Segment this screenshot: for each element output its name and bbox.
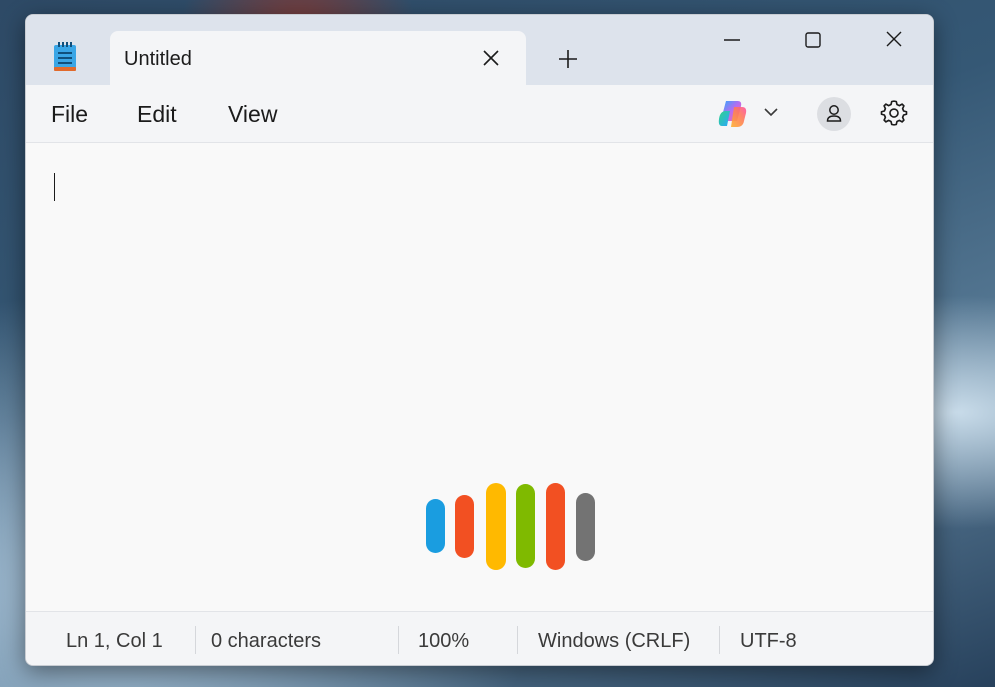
gear-icon[interactable] — [879, 98, 909, 128]
loader-bar — [486, 483, 506, 570]
tab-untitled[interactable]: Untitled — [110, 31, 526, 85]
loader-bar — [576, 493, 595, 561]
menu-view[interactable]: View — [228, 101, 277, 128]
status-divider — [195, 626, 196, 654]
loading-indicator — [426, 483, 595, 570]
text-caret — [54, 173, 55, 201]
plus-icon[interactable] — [554, 45, 582, 73]
account-button[interactable] — [817, 97, 851, 131]
status-characters: 0 characters — [211, 630, 322, 652]
notepad-window: Untitled File Edit View Ln 1, Col 1 0 ch… — [25, 14, 934, 666]
menu-file[interactable]: File — [51, 101, 88, 128]
loader-bar — [426, 499, 445, 553]
status-divider — [398, 626, 399, 654]
chevron-down-icon[interactable] — [762, 105, 780, 119]
loader-bar — [516, 484, 535, 568]
status-line-ending[interactable]: Windows (CRLF) — [538, 630, 690, 653]
account-icon — [826, 105, 842, 122]
notepad-app-icon — [54, 42, 76, 71]
text-editor[interactable] — [26, 143, 933, 610]
close-window-icon[interactable] — [871, 27, 917, 53]
menu-edit[interactable]: Edit — [137, 101, 177, 128]
status-bar: Ln 1, Col 1 0 characters 100% Windows (C… — [26, 611, 933, 665]
close-icon[interactable] — [480, 47, 502, 69]
status-divider — [517, 626, 518, 654]
menu-bar: File Edit View — [26, 85, 933, 143]
loader-bar — [455, 495, 474, 558]
status-divider — [719, 626, 720, 654]
title-bar: Untitled — [26, 15, 933, 85]
minimize-icon[interactable] — [709, 27, 755, 53]
loader-bar — [546, 483, 565, 570]
tab-title: Untitled — [124, 48, 192, 70]
copilot-icon[interactable] — [716, 99, 748, 129]
status-zoom[interactable]: 100% — [418, 630, 469, 653]
maximize-icon[interactable] — [790, 27, 836, 53]
status-position: Ln 1, Col 1 — [66, 630, 163, 652]
status-encoding[interactable]: UTF-8 — [740, 630, 797, 653]
